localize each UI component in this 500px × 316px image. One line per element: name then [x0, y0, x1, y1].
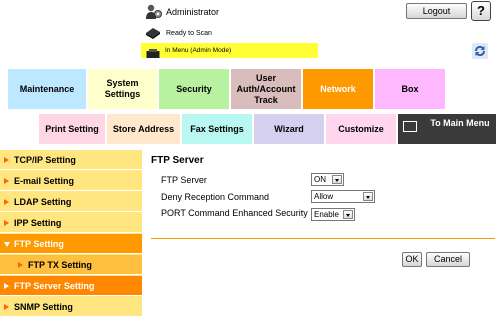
sidebar-item-label: IPP Setting [14, 218, 62, 228]
deny-reception-select[interactable]: Allow [311, 190, 375, 203]
sidebar-item-ftp-server[interactable]: FTP Server Setting [0, 276, 142, 296]
sidebar-item-email[interactable]: E-mail Setting [0, 171, 142, 191]
chevron-down-icon [343, 210, 353, 219]
device-icon [146, 46, 160, 58]
ok-button[interactable]: OK [402, 252, 422, 267]
chevron-right-icon [4, 304, 9, 310]
port-command-select[interactable]: Enable [311, 208, 355, 221]
to-main-menu-label: To Main Menu [430, 118, 490, 128]
sidebar-item-label: TCP/IP Setting [14, 155, 76, 165]
administrator-icon [145, 4, 163, 20]
mode-text: In Menu (Admin Mode) [165, 47, 232, 54]
status-text: Ready to Scan [166, 30, 212, 37]
port-command-label: PORT Command Enhanced Security [161, 208, 308, 218]
sidebar-item-label: E-mail Setting [14, 176, 75, 186]
chevron-down-icon [363, 192, 373, 201]
sidebar-item-ipp[interactable]: IPP Setting [0, 213, 142, 233]
sidebar-item-ldap[interactable]: LDAP Setting [0, 192, 142, 212]
sidebar: TCP/IP Setting E-mail Setting LDAP Setti… [0, 150, 142, 316]
tab-network[interactable]: Network [302, 68, 374, 110]
sidebar-item-snmp[interactable]: SNMP Setting [0, 297, 142, 316]
sidebar-item-label: FTP Server Setting [14, 281, 95, 291]
tab-security[interactable]: Security [158, 68, 230, 110]
tab-system-settings[interactable]: System Settings [87, 68, 158, 110]
refresh-icon[interactable] [472, 43, 488, 59]
chevron-right-icon [4, 220, 9, 226]
subtab-wizard[interactable]: Wizard [253, 113, 325, 145]
subtab-fax-settings[interactable]: Fax Settings [181, 113, 253, 145]
cancel-button[interactable]: Cancel [426, 252, 470, 267]
deny-reception-label: Deny Reception Command [161, 192, 270, 202]
sidebar-item-tcpip[interactable]: TCP/IP Setting [0, 150, 142, 170]
help-button[interactable]: ? [471, 1, 491, 21]
chevron-right-icon [18, 262, 23, 268]
subtab-print-setting[interactable]: Print Setting [38, 113, 106, 145]
chevron-right-icon [4, 283, 9, 289]
subtab-store-address[interactable]: Store Address [106, 113, 181, 145]
divider [151, 238, 495, 239]
tab-user-auth-account-track[interactable]: User Auth/Account Track [230, 68, 302, 110]
chevron-right-icon [4, 199, 9, 205]
sidebar-item-label: SNMP Setting [14, 302, 73, 312]
subtab-customize[interactable]: Customize [325, 113, 397, 145]
tab-box[interactable]: Box [374, 68, 446, 110]
ftp-server-value: ON [314, 175, 326, 184]
administrator-label: Administrator [166, 7, 220, 17]
deny-reception-value: Allow [314, 192, 334, 201]
main-menu-icon [403, 121, 417, 132]
chevron-down-icon [4, 242, 10, 247]
chevron-down-icon [332, 175, 342, 184]
tab-maintenance[interactable]: Maintenance [7, 68, 87, 110]
chevron-right-icon [4, 157, 9, 163]
sidebar-item-label: FTP TX Setting [28, 260, 92, 270]
logout-button[interactable]: Logout [406, 3, 467, 19]
sidebar-item-label: FTP Setting [14, 239, 64, 249]
ftp-server-label: FTP Server [161, 175, 207, 185]
sidebar-item-label: LDAP Setting [14, 197, 72, 207]
to-main-menu-button[interactable]: To Main Menu [397, 113, 497, 145]
sidebar-item-ftp-tx[interactable]: FTP TX Setting [0, 255, 142, 275]
sidebar-item-ftp[interactable]: FTP Setting [0, 234, 142, 254]
ftp-server-select[interactable]: ON [311, 173, 344, 186]
port-command-value: Enable [314, 210, 339, 219]
scanner-icon [145, 26, 161, 40]
chevron-right-icon [4, 178, 9, 184]
page-title: FTP Server [151, 155, 204, 166]
